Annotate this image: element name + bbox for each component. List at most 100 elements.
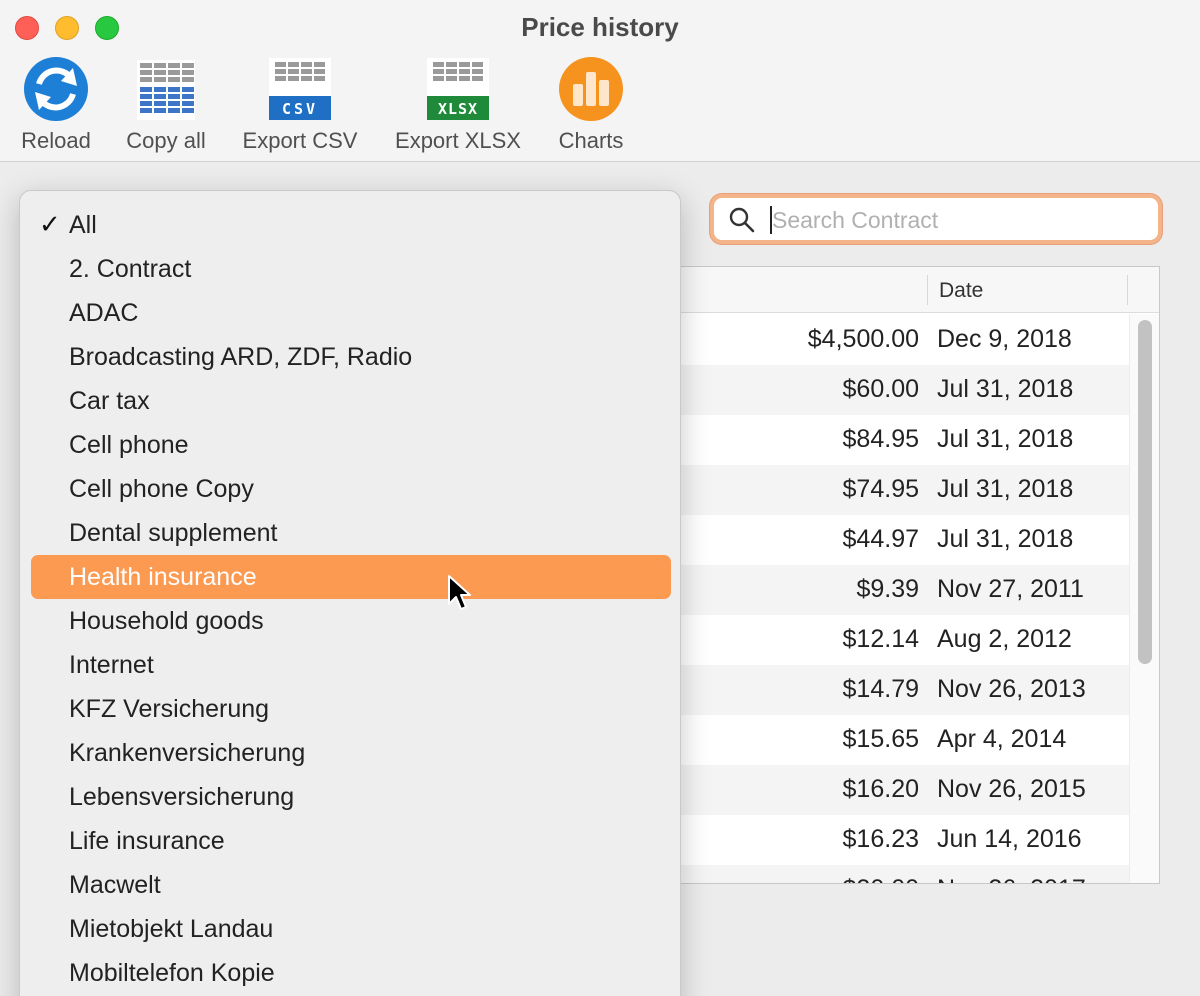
price-cell: $16.23 bbox=[842, 825, 919, 853]
menu-item-label: 2. Contract bbox=[69, 255, 192, 283]
menu-item[interactable]: Life insurance bbox=[31, 819, 671, 863]
csv-badge-text: CSV bbox=[282, 100, 318, 118]
xlsx-badge-text: XLSX bbox=[438, 100, 478, 118]
date-cell: Nov 27, 2011 bbox=[937, 575, 1084, 603]
column-header-date[interactable]: Date bbox=[939, 279, 983, 303]
date-cell: Aug 2, 2012 bbox=[937, 625, 1072, 653]
reload-button[interactable]: Reload bbox=[14, 54, 98, 154]
menu-item[interactable]: Cell phone bbox=[31, 423, 671, 467]
menu-item-label: Life insurance bbox=[69, 827, 225, 855]
mouse-pointer-icon bbox=[448, 575, 471, 610]
column-separator[interactable] bbox=[927, 275, 928, 305]
charts-label: Charts bbox=[558, 128, 624, 153]
table-row[interactable]: $84.95 Jul 31, 2018 bbox=[661, 415, 1129, 465]
table-row[interactable]: $74.95 Jul 31, 2018 bbox=[661, 465, 1129, 515]
table-row[interactable]: $16.20 Nov 26, 2015 bbox=[661, 765, 1129, 815]
charts-button[interactable]: Charts bbox=[550, 54, 632, 154]
copy-all-label: Copy all bbox=[126, 128, 206, 153]
table-icon bbox=[137, 60, 195, 120]
menu-item[interactable]: 2. Contract bbox=[31, 247, 671, 291]
date-cell: Dec 9, 2018 bbox=[937, 325, 1072, 353]
xlsx-file-icon: XLSX bbox=[427, 58, 489, 120]
menu-item-label: Macwelt bbox=[69, 871, 161, 899]
date-cell: Jun 14, 2016 bbox=[937, 825, 1082, 853]
menu-item[interactable]: Mobiltelefon Kopie bbox=[31, 951, 671, 995]
date-cell: Jul 31, 2018 bbox=[937, 525, 1074, 553]
price-cell: $15.65 bbox=[842, 725, 919, 753]
date-cell: Jul 31, 2018 bbox=[937, 425, 1074, 453]
search-field[interactable] bbox=[710, 194, 1162, 244]
price-cell: $14.79 bbox=[842, 675, 919, 703]
menu-item[interactable]: ✓ All bbox=[31, 203, 671, 247]
table-row[interactable]: $20.00 Nov 26, 2017 bbox=[661, 865, 1129, 883]
contract-filter-menu: ✓ All 2. Contract ADAC Broadcasting ARD, ZDF… bbox=[19, 190, 681, 996]
date-cell: Nov 26, 2013 bbox=[937, 675, 1086, 703]
menu-item[interactable]: Cell phone Copy bbox=[31, 467, 671, 511]
export-csv-label: Export CSV bbox=[242, 128, 358, 153]
menu-item-label: All bbox=[69, 211, 97, 239]
menu-item[interactable]: Krankenversicherung bbox=[31, 731, 671, 775]
export-xlsx-button[interactable]: XLSX Export XLSX bbox=[388, 54, 528, 154]
price-cell: $16.20 bbox=[842, 775, 919, 803]
date-cell: Nov 26, 2017 bbox=[937, 875, 1086, 883]
price-table: Date $4,500.00 Dec 9, 2018 $60.00 Jul 31, 2… bbox=[660, 266, 1160, 884]
menu-item-label: Household goods bbox=[69, 607, 264, 635]
menu-item[interactable]: Macwelt bbox=[31, 863, 671, 907]
search-input[interactable] bbox=[772, 202, 1142, 238]
date-cell: Jul 31, 2018 bbox=[937, 475, 1074, 503]
search-icon bbox=[729, 207, 755, 233]
menu-item-label: Broadcasting ARD, ZDF, Radio bbox=[69, 343, 413, 371]
menu-item-label: Mietobjekt Landau bbox=[69, 915, 274, 943]
table-row[interactable]: $14.79 Nov 26, 2013 bbox=[661, 665, 1129, 715]
menu-item-label: Health insurance bbox=[69, 563, 257, 591]
copy-all-button[interactable]: Copy all bbox=[118, 54, 214, 154]
price-cell: $20.00 bbox=[843, 875, 919, 883]
table-scrollbar[interactable] bbox=[1129, 314, 1159, 883]
table-row[interactable]: $60.00 Jul 31, 2018 bbox=[661, 365, 1129, 415]
menu-item[interactable]: Household goods bbox=[31, 599, 671, 643]
table-row[interactable]: $15.65 Apr 4, 2014 bbox=[661, 715, 1129, 765]
menu-item[interactable]: Lebensversicherung bbox=[31, 775, 671, 819]
column-separator[interactable] bbox=[1127, 275, 1128, 305]
title-toolbar: Price history Reload Copy all CSV Export… bbox=[0, 0, 1200, 162]
table-row[interactable]: $12.14 Aug 2, 2012 bbox=[661, 615, 1129, 665]
table-header: Date bbox=[661, 267, 1159, 313]
menu-item-label: Cell phone Copy bbox=[69, 475, 254, 503]
menu-item-label: Mobiltelefon Kopie bbox=[69, 959, 275, 987]
price-cell: $12.14 bbox=[842, 625, 919, 653]
menu-item-label: Cell phone bbox=[69, 431, 189, 459]
menu-item[interactable]: Internet bbox=[31, 643, 671, 687]
date-cell: Nov 26, 2015 bbox=[937, 775, 1086, 803]
table-row[interactable]: $44.97 Jul 31, 2018 bbox=[661, 515, 1129, 565]
table-row[interactable]: $9.39 Nov 27, 2011 bbox=[661, 565, 1129, 615]
menu-item[interactable]: Car tax bbox=[31, 379, 671, 423]
csv-file-icon: CSV bbox=[269, 58, 331, 120]
menu-item-label: Internet bbox=[69, 651, 154, 679]
price-cell: $9.39 bbox=[856, 575, 919, 603]
date-cell: Jul 31, 2018 bbox=[937, 375, 1074, 403]
price-cell: $4,500.00 bbox=[807, 325, 919, 353]
price-cell: $44.97 bbox=[842, 525, 919, 553]
price-history-window: Price history Reload Copy all CSV Export… bbox=[0, 0, 1200, 996]
export-csv-button[interactable]: CSV Export CSV bbox=[236, 54, 364, 154]
menu-item-label: KFZ Versicherung bbox=[69, 695, 270, 723]
price-cell: $60.00 bbox=[842, 375, 919, 403]
menu-item[interactable]: ADAC bbox=[31, 291, 671, 335]
menu-item-label: Dental supplement bbox=[69, 519, 278, 547]
bar-chart-icon bbox=[559, 57, 623, 121]
table-row[interactable]: $4,500.00 Dec 9, 2018 bbox=[661, 315, 1129, 365]
menu-item[interactable]: Mietobjekt Landau bbox=[31, 907, 671, 951]
menu-item[interactable]: Health insurance bbox=[31, 555, 671, 599]
table-row[interactable]: $16.23 Jun 14, 2016 bbox=[661, 815, 1129, 865]
export-xlsx-label: Export XLSX bbox=[395, 128, 521, 153]
menu-item[interactable]: Dental supplement bbox=[31, 511, 671, 555]
checkmark-icon: ✓ bbox=[39, 209, 61, 239]
menu-item-label: Lebensversicherung bbox=[69, 783, 295, 811]
menu-item[interactable]: Broadcasting ARD, ZDF, Radio bbox=[31, 335, 671, 379]
price-cell: $84.95 bbox=[842, 425, 919, 453]
menu-item-label: Car tax bbox=[69, 387, 150, 415]
price-cell: $74.95 bbox=[842, 475, 919, 503]
table-rows: $4,500.00 Dec 9, 2018 $60.00 Jul 31, 2018 $8… bbox=[661, 315, 1129, 883]
scrollbar-thumb[interactable] bbox=[1138, 320, 1152, 664]
menu-item[interactable]: KFZ Versicherung bbox=[31, 687, 671, 731]
